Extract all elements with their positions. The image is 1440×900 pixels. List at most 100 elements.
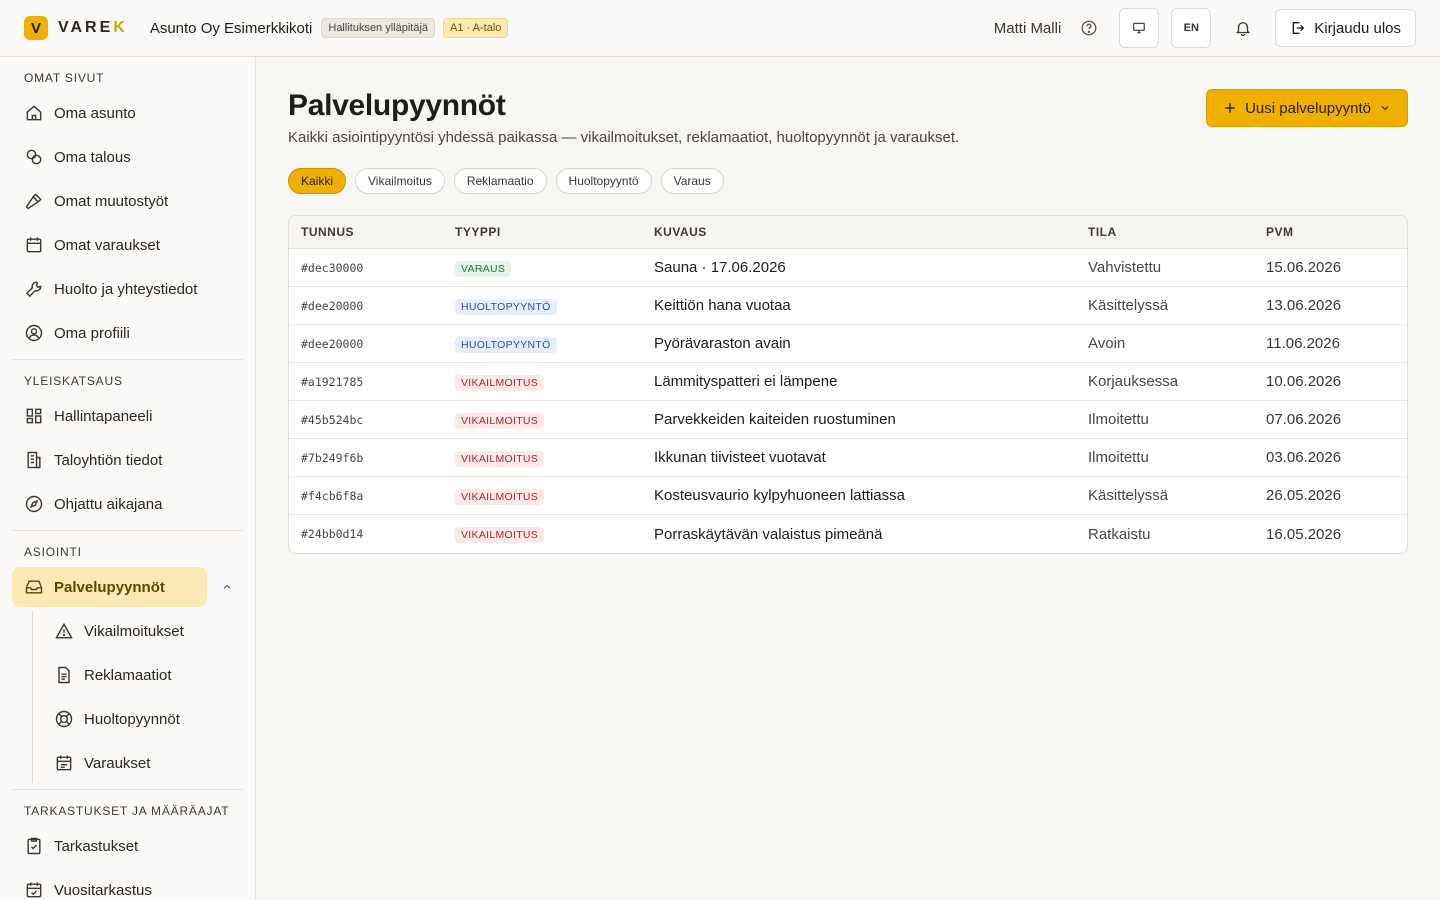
sidebar-item-oma-asunto[interactable]: Oma asunto bbox=[12, 93, 243, 133]
cell-description: Porraskäytävän valaistus pimeänä bbox=[654, 525, 883, 543]
table-row[interactable]: #f4cb6f8a VIKAILMOITUS Kosteusvaurio kyl… bbox=[289, 477, 1407, 515]
logo-text-main: VARE bbox=[58, 19, 114, 36]
column-header-tyyppi[interactable]: TYYPPI bbox=[443, 225, 642, 239]
sidebar-item-huoltopyynnot[interactable]: Huoltopyynnöt bbox=[42, 699, 243, 739]
filter-chip-reklamaatio[interactable]: Reklamaatio bbox=[453, 168, 547, 194]
column-header-tunnus[interactable]: TUNNUS bbox=[289, 225, 443, 239]
sidebar-item-hallintapaneeli[interactable]: Hallintapaneeli bbox=[12, 396, 243, 436]
filter-chip-kaikki[interactable]: Kaikki bbox=[288, 168, 347, 194]
cell-type: VARAUS bbox=[443, 259, 642, 277]
type-badge: VIKAILMOITUS bbox=[455, 412, 545, 429]
sidebar-item-reklamaatiot[interactable]: Reklamaatiot bbox=[42, 655, 243, 695]
table-row[interactable]: #7b249f6b VIKAILMOITUS Ikkunan tiivistee… bbox=[289, 439, 1407, 477]
cell-id: #dee20000 bbox=[301, 336, 364, 351]
apartment-badge: A1 · A-talo bbox=[443, 18, 509, 38]
type-badge: VIKAILMOITUS bbox=[455, 450, 545, 467]
cell-id: #7b249f6b bbox=[301, 450, 364, 465]
cell-type: VIKAILMOITUS bbox=[443, 411, 642, 429]
sidebar: OMAT SIVUT Oma asunto Oma talous Omat mu… bbox=[0, 57, 256, 900]
user-name[interactable]: Matti Malli bbox=[994, 20, 1062, 37]
type-badge: VIKAILMOITUS bbox=[455, 527, 545, 543]
table-row[interactable]: #dec30000 VARAUS Sauna · 17.06.2026 Vahv… bbox=[289, 249, 1407, 287]
sidebar-item-label: Oma asunto bbox=[54, 104, 136, 122]
requests-table: TUNNUS TYYPPI KUVAUS TILA PVM #dec30000 … bbox=[288, 215, 1408, 554]
cell-description: Parvekkeiden kaiteiden ruostuminen bbox=[654, 411, 896, 428]
sidebar-item-tarkastukset[interactable]: Tarkastukset bbox=[12, 826, 243, 866]
cell-id: #dec30000 bbox=[301, 260, 364, 275]
sidebar-item-label: Omat varaukset bbox=[54, 236, 160, 254]
chevron-down-icon bbox=[1381, 106, 1389, 111]
new-button-label: Uusi palvelupyyntö bbox=[1245, 99, 1371, 117]
sidebar-item-oma-profiili[interactable]: Oma profiili bbox=[12, 313, 243, 353]
sidebar-item-varaukset[interactable]: Varaukset bbox=[42, 743, 243, 783]
sidebar-item-vikailmoitukset[interactable]: Vikailmoitukset bbox=[42, 611, 243, 651]
sidebar-item-taloyhtion-tiedot[interactable]: Taloyhtiön tiedot bbox=[12, 440, 243, 480]
cell-type: VIKAILMOITUS bbox=[443, 487, 642, 505]
chevron-up-icon[interactable] bbox=[221, 580, 233, 598]
table-row[interactable]: #a1921785 VIKAILMOITUS Lämmityspatteri e… bbox=[289, 363, 1407, 401]
column-header-kuvaus[interactable]: KUVAUS bbox=[642, 225, 1076, 239]
table-row[interactable]: #45b524bc VIKAILMOITUS Parvekkeiden kait… bbox=[289, 401, 1407, 439]
logout-button[interactable]: Kirjaudu ulos bbox=[1275, 9, 1416, 47]
filter-chip-huoltopyynto[interactable]: Huoltopyyntö bbox=[555, 168, 652, 194]
new-service-request-button[interactable]: Uusi palvelupyyntö bbox=[1206, 89, 1408, 127]
table-row[interactable]: #dee20000 HUOLTOPYYNTÖ Keittiön hana vuo… bbox=[289, 287, 1407, 325]
cell-date: 26.05.2026 bbox=[1266, 487, 1342, 504]
role-badge: Hallituksen ylläpitäjä bbox=[321, 18, 436, 38]
logo-text: VAREK bbox=[58, 19, 128, 37]
sidebar-item-palvelupyynnot[interactable]: Palvelupyynnöt bbox=[12, 567, 207, 607]
table-row[interactable]: #24bb0d14 VIKAILMOITUS Porraskäytävän va… bbox=[289, 515, 1407, 553]
cell-description: Kosteusvaurio kylpyhuoneen lattiassa bbox=[654, 487, 905, 504]
type-badge: VIKAILMOITUS bbox=[455, 488, 545, 505]
sidebar-item-omat-varaukset[interactable]: Omat varaukset bbox=[12, 225, 243, 265]
plus-icon bbox=[1225, 103, 1235, 113]
cell-description: Pyörävaraston avain bbox=[654, 335, 791, 352]
section-title-omat-sivut: OMAT SIVUT bbox=[24, 71, 105, 85]
cell-description: Keittiön hana vuotaa bbox=[654, 297, 791, 314]
sidebar-item-omat-muutostyot[interactable]: Omat muutostyöt bbox=[12, 181, 243, 221]
help-icon[interactable] bbox=[1079, 18, 1099, 38]
column-header-pvm[interactable]: PVM bbox=[1254, 225, 1404, 239]
type-badge: VARAUS bbox=[455, 260, 512, 277]
cell-status: Ilmoitettu bbox=[1088, 411, 1149, 428]
cell-status: Avoin bbox=[1088, 335, 1126, 352]
sidebar-item-label: Huoltopyynnöt bbox=[84, 710, 180, 728]
filter-chips: Kaikki Vikailmoitus Reklamaatio Huoltopy… bbox=[288, 168, 1408, 194]
sidebar-item-oma-talous[interactable]: Oma talous bbox=[12, 137, 243, 177]
logout-label: Kirjaudu ulos bbox=[1314, 19, 1401, 37]
cell-date: 13.06.2026 bbox=[1266, 297, 1342, 314]
cell-date: 15.06.2026 bbox=[1266, 259, 1342, 276]
sidebar-item-vuositarkastus[interactable]: Vuositarkastus bbox=[12, 870, 243, 900]
language-button[interactable]: EN bbox=[1171, 8, 1212, 48]
sidebar-item-label: Oma talous bbox=[54, 148, 131, 166]
header-actions: Matti Malli EN Kirjaudu ulos bbox=[994, 8, 1416, 48]
calendar-icon bbox=[26, 237, 42, 253]
sidebar-item-ohjattu-aikajana[interactable]: Ohjattu aikajana bbox=[12, 484, 243, 524]
cell-type: VIKAILMOITUS bbox=[443, 373, 642, 391]
hammer-icon bbox=[25, 193, 42, 210]
calendar-check-icon bbox=[26, 882, 42, 898]
cell-date: 03.06.2026 bbox=[1266, 449, 1342, 466]
cell-id: #24bb0d14 bbox=[301, 527, 364, 541]
cell-type: HUOLTOPYYNTÖ bbox=[443, 297, 642, 315]
logo[interactable]: V VAREK bbox=[24, 16, 128, 40]
lifebuoy-icon bbox=[55, 710, 73, 728]
sidebar-item-huolto-ja-yhteystiedot[interactable]: Huolto ja yhteystiedot bbox=[12, 269, 243, 309]
subnav-palvelupyynnot: Vikailmoitukset Reklamaatiot Huoltopyynn… bbox=[32, 611, 243, 783]
cell-date: 11.06.2026 bbox=[1266, 335, 1340, 352]
sidebar-item-label: Vikailmoitukset bbox=[84, 622, 184, 640]
warning-icon bbox=[55, 622, 73, 639]
sidebar-item-label: Palvelupyynnöt bbox=[54, 578, 165, 596]
table-row[interactable]: #dee20000 HUOLTOPYYNTÖ Pyörävaraston ava… bbox=[289, 325, 1407, 363]
cell-status: Ilmoitettu bbox=[1088, 449, 1149, 466]
column-header-tila[interactable]: TILA bbox=[1076, 225, 1254, 239]
filter-chip-vikailmoitus[interactable]: Vikailmoitus bbox=[355, 168, 445, 194]
table-header: TUNNUS TYYPPI KUVAUS TILA PVM bbox=[289, 216, 1407, 249]
bell-icon[interactable] bbox=[1223, 8, 1263, 48]
sidebar-item-label: Oma profiili bbox=[54, 324, 130, 342]
logo-mark: V bbox=[24, 16, 48, 40]
cell-description: Sauna · 17.06.2026 bbox=[654, 259, 786, 276]
section-title-tarkastukset: TARKASTUKSET JA MÄÄRÄAJAT bbox=[24, 804, 230, 818]
display-mode-button[interactable] bbox=[1119, 8, 1160, 48]
filter-chip-varaus[interactable]: Varaus bbox=[660, 168, 724, 194]
